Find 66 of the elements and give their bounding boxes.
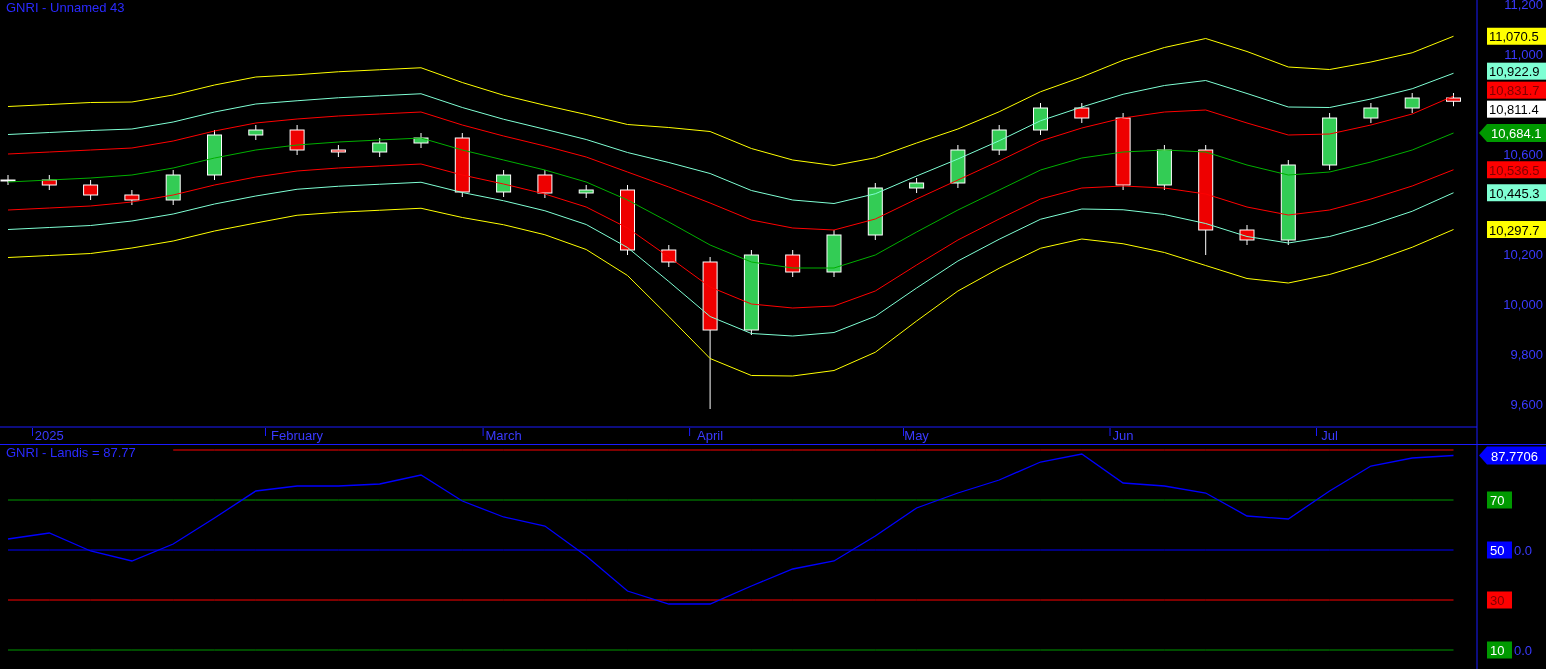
falling-candlestick: [661, 244, 677, 268]
indicator-title: GNRI - Landis = 87.77: [6, 445, 136, 460]
indicator-axis-label: 0.0: [1514, 643, 1533, 658]
falling-candlestick: [537, 169, 553, 199]
falling-candlestick: [124, 189, 140, 206]
price-marker: 10,811.4: [1487, 100, 1546, 118]
chart-title: GNRI - Unnamed 43: [6, 0, 125, 15]
rising-candlestick: [496, 169, 512, 198]
rising-candlestick: [909, 177, 925, 194]
date-axis-label: April: [697, 428, 724, 443]
y-tick-label: 70: [1490, 493, 1505, 508]
y-tick-label: 30: [1490, 593, 1505, 608]
price-axis-label: 10,600: [1503, 147, 1543, 162]
price-marker: 10,445.3: [1487, 184, 1546, 202]
rising-candlestick: [372, 137, 388, 158]
rising-candlestick: [413, 132, 429, 149]
rising-candlestick: [0, 174, 16, 186]
falling-candlestick: [330, 144, 346, 158]
y-tick-label: 50: [1490, 543, 1505, 558]
price-marker: 10,684.1: [1479, 124, 1546, 142]
date-axis-label: February: [271, 428, 324, 443]
falling-candlestick: [1446, 92, 1461, 107]
price-marker: 11,070.5: [1487, 27, 1546, 45]
falling-candlestick: [41, 174, 57, 191]
falling-candlestick: [289, 124, 305, 156]
falling-candlestick: [454, 132, 470, 198]
date-axis-label: 2025: [34, 428, 64, 443]
price-marker: 10,831.7: [1487, 81, 1546, 99]
level-marker: 50: [1487, 541, 1512, 559]
falling-candlestick: [620, 184, 635, 256]
rising-candlestick: [1322, 112, 1338, 171]
price-marker: 10,536.5: [1487, 161, 1546, 179]
date-axis-label: March: [485, 428, 522, 443]
falling-candlestick: [1239, 224, 1255, 246]
level-marker: 70: [1487, 491, 1512, 509]
price-marker: 10,297.7: [1487, 221, 1546, 238]
price-marker: 10,922.9: [1487, 62, 1546, 80]
price-axis-label: 11,000: [1504, 47, 1543, 62]
rising-candlestick: [826, 229, 842, 278]
rising-candlestick: [867, 182, 883, 241]
rising-candlestick: [950, 144, 966, 189]
date-axis-label: Jun: [1112, 428, 1134, 443]
falling-candlestick: [83, 179, 99, 201]
rising-candlestick: [1156, 144, 1172, 191]
rising-candlestick: [248, 124, 264, 141]
rising-candlestick: [578, 184, 594, 199]
rising-candlestick: [991, 124, 1007, 156]
indicator-marker: 87.7706: [1479, 446, 1546, 465]
price-axis-label: 10,200: [1503, 247, 1543, 262]
price-axis-label: 10,000: [1503, 297, 1543, 312]
falling-candlestick: [785, 249, 801, 278]
rising-candlestick: [207, 129, 222, 181]
rising-candlestick: [1363, 102, 1379, 124]
price-axis-label: 9,800: [1510, 347, 1543, 362]
rising-candlestick: [165, 169, 181, 206]
date-axis-label: May: [904, 428, 929, 443]
level-marker: 30: [1487, 591, 1512, 609]
date-axis-label: Jul: [1321, 428, 1338, 443]
level-marker: 10: [1487, 641, 1512, 659]
y-tick-label: 10: [1490, 643, 1505, 658]
price-axis-label: 9,600: [1510, 397, 1543, 412]
rising-candlestick: [1404, 92, 1420, 114]
falling-candlestick: [1074, 102, 1090, 124]
rising-candlestick: [1033, 102, 1048, 136]
indicator-axis-label: 0.0: [1514, 543, 1533, 558]
price-axis-label: 11,200: [1504, 0, 1543, 12]
